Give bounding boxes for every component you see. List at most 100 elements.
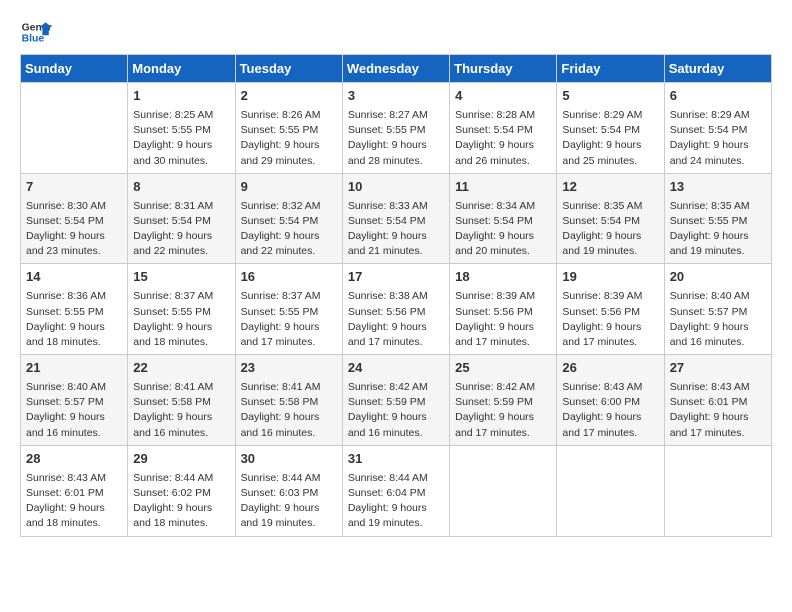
weekday-header-tuesday: Tuesday (235, 55, 342, 83)
day-number: 10 (348, 178, 444, 197)
day-info: Sunrise: 8:33 AM Sunset: 5:54 PM Dayligh… (348, 199, 444, 260)
day-number: 31 (348, 450, 444, 469)
calendar-cell: 8 Sunrise: 8:31 AM Sunset: 5:54 PM Daylig… (128, 173, 235, 264)
day-info: Sunrise: 8:35 AM Sunset: 5:54 PM Dayligh… (562, 199, 658, 260)
day-info: Sunrise: 8:38 AM Sunset: 5:56 PM Dayligh… (348, 289, 444, 350)
calendar-cell: 23 Sunrise: 8:41 AM Sunset: 5:58 PM Dayli… (235, 355, 342, 446)
day-number: 3 (348, 87, 444, 106)
day-number: 23 (241, 359, 337, 378)
header: General Blue (20, 16, 772, 48)
week-row-2: 7Sunrise: 8:30 AM Sunset: 5:54 PM Daylig… (21, 173, 772, 264)
day-info: Sunrise: 8:39 AM Sunset: 5:56 PM Dayligh… (455, 289, 551, 350)
day-info: Sunrise: 8:42 AM Sunset: 5:59 PM Dayligh… (455, 380, 551, 441)
day-info: Sunrise: 8:41 AM Sunset: 5:58 PM Dayligh… (133, 380, 229, 441)
day-info: Sunrise: 8:41 AM Sunset: 5:58 PM Dayligh… (241, 380, 337, 441)
calendar-cell: 27 Sunrise: 8:43 AM Sunset: 6:01 PM Dayli… (664, 355, 771, 446)
logo-icon: General Blue (20, 16, 52, 48)
day-number: 20 (670, 268, 766, 287)
day-number: 28 (26, 450, 122, 469)
day-info: Sunrise: 8:29 AM Sunset: 5:54 PM Dayligh… (670, 108, 766, 169)
calendar-cell: 5 Sunrise: 8:29 AM Sunset: 5:54 PM Daylig… (557, 83, 664, 174)
day-info: Sunrise: 8:44 AM Sunset: 6:03 PM Dayligh… (241, 471, 337, 532)
day-info: Sunrise: 8:27 AM Sunset: 5:55 PM Dayligh… (348, 108, 444, 169)
day-info: Sunrise: 8:43 AM Sunset: 6:01 PM Dayligh… (26, 471, 122, 532)
day-info: Sunrise: 8:25 AM Sunset: 5:55 PM Dayligh… (133, 108, 229, 169)
day-info: Sunrise: 8:35 AM Sunset: 5:55 PM Dayligh… (670, 199, 766, 260)
day-info: Sunrise: 8:43 AM Sunset: 6:00 PM Dayligh… (562, 380, 658, 441)
day-number: 30 (241, 450, 337, 469)
calendar-cell: 26 Sunrise: 8:43 AM Sunset: 6:00 PM Dayli… (557, 355, 664, 446)
day-number: 6 (670, 87, 766, 106)
day-info: Sunrise: 8:32 AM Sunset: 5:54 PM Dayligh… (241, 199, 337, 260)
calendar-cell: 2 Sunrise: 8:26 AM Sunset: 5:55 PM Daylig… (235, 83, 342, 174)
day-number: 27 (670, 359, 766, 378)
day-number: 15 (133, 268, 229, 287)
day-number: 19 (562, 268, 658, 287)
day-number: 16 (241, 268, 337, 287)
calendar-cell: 6 Sunrise: 8:29 AM Sunset: 5:54 PM Daylig… (664, 83, 771, 174)
day-info: Sunrise: 8:28 AM Sunset: 5:54 PM Dayligh… (455, 108, 551, 169)
calendar-cell: 9Sunrise: 8:32 AM Sunset: 5:54 PM Daylig… (235, 173, 342, 264)
calendar-cell: 30 Sunrise: 8:44 AM Sunset: 6:03 PM Dayli… (235, 445, 342, 536)
calendar-cell (21, 83, 128, 174)
logo: General Blue (20, 16, 52, 48)
calendar-cell: 4 Sunrise: 8:28 AM Sunset: 5:54 PM Daylig… (450, 83, 557, 174)
calendar-cell: 24Sunrise: 8:42 AM Sunset: 5:59 PM Dayli… (342, 355, 449, 446)
day-info: Sunrise: 8:37 AM Sunset: 5:55 PM Dayligh… (133, 289, 229, 350)
calendar-cell: 21 Sunrise: 8:40 AM Sunset: 5:57 PM Dayli… (21, 355, 128, 446)
calendar-cell: 18 Sunrise: 8:39 AM Sunset: 5:56 PM Dayli… (450, 264, 557, 355)
day-info: Sunrise: 8:43 AM Sunset: 6:01 PM Dayligh… (670, 380, 766, 441)
day-info: Sunrise: 8:30 AM Sunset: 5:54 PM Dayligh… (26, 199, 122, 260)
calendar-table: SundayMondayTuesdayWednesdayThursdayFrid… (20, 54, 772, 537)
svg-text:Blue: Blue (22, 34, 45, 45)
calendar-cell: 11 Sunrise: 8:34 AM Sunset: 5:54 PM Dayli… (450, 173, 557, 264)
day-number: 17 (348, 268, 444, 287)
day-info: Sunrise: 8:29 AM Sunset: 5:54 PM Dayligh… (562, 108, 658, 169)
day-info: Sunrise: 8:31 AM Sunset: 5:54 PM Dayligh… (133, 199, 229, 260)
day-info: Sunrise: 8:34 AM Sunset: 5:54 PM Dayligh… (455, 199, 551, 260)
week-row-5: 28 Sunrise: 8:43 AM Sunset: 6:01 PM Dayli… (21, 445, 772, 536)
day-number: 13 (670, 178, 766, 197)
week-row-3: 14Sunrise: 8:36 AM Sunset: 5:55 PM Dayli… (21, 264, 772, 355)
day-number: 1 (133, 87, 229, 106)
day-number: 14 (26, 268, 122, 287)
weekday-header-sunday: Sunday (21, 55, 128, 83)
weekday-header-friday: Friday (557, 55, 664, 83)
day-info: Sunrise: 8:26 AM Sunset: 5:55 PM Dayligh… (241, 108, 337, 169)
calendar-cell: 3 Sunrise: 8:27 AM Sunset: 5:55 PM Daylig… (342, 83, 449, 174)
day-number: 18 (455, 268, 551, 287)
calendar-cell: 15 Sunrise: 8:37 AM Sunset: 5:55 PM Dayli… (128, 264, 235, 355)
day-number: 21 (26, 359, 122, 378)
calendar-cell: 20 Sunrise: 8:40 AM Sunset: 5:57 PM Dayli… (664, 264, 771, 355)
day-number: 29 (133, 450, 229, 469)
calendar-cell (450, 445, 557, 536)
calendar-cell: 28 Sunrise: 8:43 AM Sunset: 6:01 PM Dayli… (21, 445, 128, 536)
calendar-cell: 17 Sunrise: 8:38 AM Sunset: 5:56 PM Dayli… (342, 264, 449, 355)
weekday-header-wednesday: Wednesday (342, 55, 449, 83)
day-number: 5 (562, 87, 658, 106)
calendar-cell: 29Sunrise: 8:44 AM Sunset: 6:02 PM Dayli… (128, 445, 235, 536)
day-number: 26 (562, 359, 658, 378)
day-number: 8 (133, 178, 229, 197)
calendar-cell: 25 Sunrise: 8:42 AM Sunset: 5:59 PM Dayli… (450, 355, 557, 446)
day-info: Sunrise: 8:37 AM Sunset: 5:55 PM Dayligh… (241, 289, 337, 350)
day-info: Sunrise: 8:40 AM Sunset: 5:57 PM Dayligh… (670, 289, 766, 350)
calendar-body: 1 Sunrise: 8:25 AM Sunset: 5:55 PM Daylig… (21, 83, 772, 537)
calendar-cell: 22Sunrise: 8:41 AM Sunset: 5:58 PM Dayli… (128, 355, 235, 446)
day-number: 25 (455, 359, 551, 378)
calendar-cell (664, 445, 771, 536)
day-number: 2 (241, 87, 337, 106)
day-number: 12 (562, 178, 658, 197)
calendar-cell: 7Sunrise: 8:30 AM Sunset: 5:54 PM Daylig… (21, 173, 128, 264)
calendar-cell: 19 Sunrise: 8:39 AM Sunset: 5:56 PM Dayli… (557, 264, 664, 355)
day-number: 11 (455, 178, 551, 197)
week-row-4: 21 Sunrise: 8:40 AM Sunset: 5:57 PM Dayli… (21, 355, 772, 446)
day-info: Sunrise: 8:40 AM Sunset: 5:57 PM Dayligh… (26, 380, 122, 441)
day-info: Sunrise: 8:39 AM Sunset: 5:56 PM Dayligh… (562, 289, 658, 350)
calendar-cell: 12 Sunrise: 8:35 AM Sunset: 5:54 PM Dayli… (557, 173, 664, 264)
calendar-cell: 16 Sunrise: 8:37 AM Sunset: 5:55 PM Dayli… (235, 264, 342, 355)
day-number: 4 (455, 87, 551, 106)
calendar-cell: 31Sunrise: 8:44 AM Sunset: 6:04 PM Dayli… (342, 445, 449, 536)
calendar-cell (557, 445, 664, 536)
weekday-header-thursday: Thursday (450, 55, 557, 83)
